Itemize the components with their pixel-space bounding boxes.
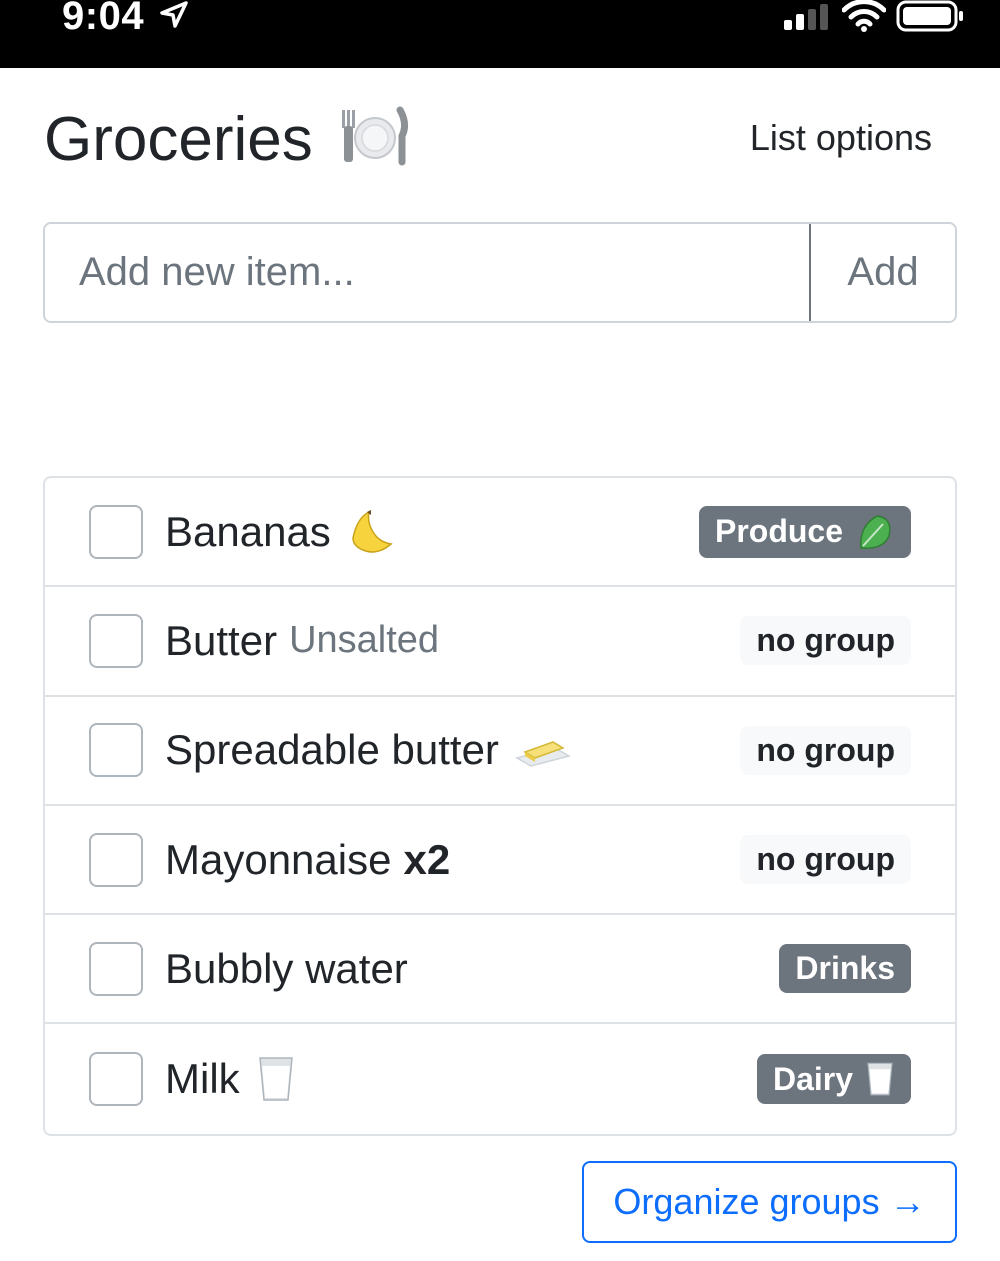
location-arrow-icon: [158, 0, 190, 35]
item-checkbox[interactable]: [89, 1052, 143, 1107]
butter-icon: [514, 730, 571, 770]
list-item[interactable]: Bananas Produce: [45, 478, 955, 588]
group-badge: Produce: [698, 505, 911, 558]
cellular-signal-icon: [784, 4, 830, 35]
group-label: no group: [756, 622, 895, 659]
status-bar: 9:04: [0, 0, 1000, 68]
organize-groups-button[interactable]: Organize groups →: [582, 1161, 957, 1243]
page-title-text: Groceries: [44, 105, 313, 174]
list-options-link[interactable]: List options: [750, 117, 932, 159]
item-name: Mayonnaise: [165, 835, 392, 883]
status-time: 9:04: [62, 0, 145, 38]
list-item[interactable]: Milk Dairy: [45, 1024, 955, 1133]
list-item[interactable]: Bubbly water Drinks: [45, 915, 955, 1025]
banana-icon: [347, 508, 395, 556]
item-checkbox[interactable]: [89, 832, 143, 887]
item-checkbox[interactable]: [89, 504, 143, 559]
item-name: Bananas: [165, 507, 331, 555]
battery-icon: [896, 0, 964, 37]
item-checkbox[interactable]: [89, 723, 143, 778]
group-badge: no group: [740, 725, 911, 775]
group-badge: no group: [740, 616, 911, 666]
item-name: Spreadable butter: [165, 726, 499, 774]
milk-glass-icon: [865, 1060, 895, 1098]
add-item-input[interactable]: [45, 224, 809, 321]
item-name: Bubbly water: [165, 944, 408, 992]
fork-knife-plate-icon: [340, 106, 410, 181]
item-note: Unsalted: [289, 619, 440, 662]
group-label: Dairy: [772, 1060, 853, 1097]
group-label: Produce: [714, 513, 843, 550]
grocery-list: Bananas Produce Butter Unsalted no group…: [43, 476, 957, 1136]
item-quantity: x2: [403, 835, 451, 883]
item-name: Milk: [165, 1055, 240, 1103]
list-item[interactable]: Mayonnaise x2 no group: [45, 806, 955, 916]
group-badge: Drinks: [779, 944, 911, 994]
item-text: Bubbly water: [165, 945, 408, 993]
item-text: Butter Unsalted: [165, 617, 439, 665]
item-text: Spreadable butter: [165, 726, 571, 774]
page-title: Groceries: [44, 104, 410, 181]
group-label: no group: [756, 841, 895, 878]
item-text: Mayonnaise x2: [165, 836, 450, 884]
add-button[interactable]: Add: [809, 224, 955, 321]
item-text: Bananas: [165, 508, 395, 556]
group-label: Drinks: [795, 950, 895, 987]
item-checkbox[interactable]: [89, 941, 143, 996]
list-item[interactable]: Butter Unsalted no group: [45, 587, 955, 697]
group-label: no group: [756, 731, 895, 768]
group-badge: no group: [740, 835, 911, 885]
group-badge: Dairy: [756, 1054, 911, 1105]
wifi-icon: [841, 0, 887, 37]
add-item-group: Add: [43, 222, 957, 323]
item-text: Milk: [165, 1054, 296, 1104]
item-checkbox[interactable]: [89, 613, 143, 668]
list-item[interactable]: Spreadable butter no group: [45, 697, 955, 806]
leafy-greens-icon: [855, 512, 895, 552]
milk-glass-icon: [256, 1054, 296, 1104]
item-name: Butter: [165, 616, 278, 664]
